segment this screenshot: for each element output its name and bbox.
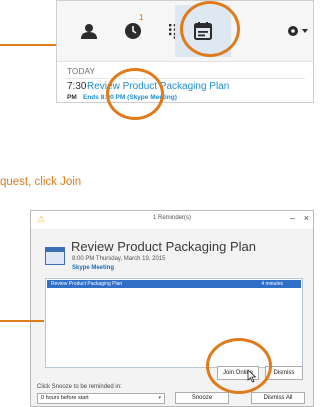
meeting-ampm: PM (67, 94, 77, 101)
snooze-time-select[interactable]: 0 hours before start ▾ (37, 393, 165, 404)
dismiss-all-button[interactable]: Dismiss All (251, 392, 305, 404)
contacts-button[interactable] (75, 17, 103, 45)
meetings-icon (194, 22, 212, 40)
reminder-list[interactable]: Review Product Packaging Plan 4 minutes (45, 278, 303, 368)
settings-icon (288, 26, 308, 36)
section-label-today: TODAY (67, 67, 96, 76)
tutorial-stage: 1 TODAY 7:30 Review Product Packaging Pl… (0, 0, 314, 407)
snooze-time-value: 0 hours before start (41, 395, 89, 401)
calendar-icon (45, 247, 65, 265)
list-item-subject: Review Product Packaging Plan (51, 281, 123, 287)
reminder-window: ⚠ 1 Reminder(s) – × Review Product Packa… (30, 210, 314, 407)
meeting-time: 7:30 (67, 81, 87, 92)
chevron-down-icon: ▾ (158, 395, 161, 401)
meeting-subtitle: Ends 8:00 PM (Skype Meeting) (83, 94, 177, 101)
minimize-icon[interactable]: – (290, 213, 295, 223)
callout-line-bottom (0, 320, 44, 322)
missed-count-badge: 1 (139, 13, 144, 22)
meetings-button[interactable] (189, 17, 217, 45)
skype-meetings-panel: 1 TODAY 7:30 Review Product Packaging Pl… (56, 0, 314, 103)
settings-button[interactable] (283, 17, 311, 45)
section-divider (65, 78, 305, 79)
instruction-caption: quest, click Join (0, 176, 82, 188)
reminder-datetime: 8:00 PM Thursday, March 19, 2015 (72, 256, 166, 262)
list-item[interactable]: Review Product Packaging Plan 4 minutes (47, 280, 301, 288)
reminder-location: Skype Meeting (72, 265, 115, 271)
snooze-button[interactable]: Snooze (175, 392, 229, 404)
reminder-window-title: 1 Reminder(s) (152, 215, 191, 221)
reminder-titlebar: ⚠ 1 Reminder(s) – × (31, 211, 313, 229)
list-item-due: 4 minutes (261, 281, 283, 287)
meetings-tab[interactable] (175, 5, 231, 57)
snooze-label: Click Snooze to be reminded in: (37, 384, 122, 390)
dismiss-button[interactable]: Dismiss (265, 366, 303, 380)
callout-line-top (0, 44, 58, 46)
contacts-icon (81, 24, 97, 39)
mouse-pointer-icon (247, 369, 257, 383)
reminder-title: Review Product Packaging Plan (71, 239, 256, 254)
skype-toolbar: 1 (57, 1, 313, 62)
close-icon[interactable]: × (304, 213, 309, 223)
recent-icon (125, 23, 141, 39)
meeting-title-link[interactable]: Review Product Packaging Plan (87, 81, 229, 92)
